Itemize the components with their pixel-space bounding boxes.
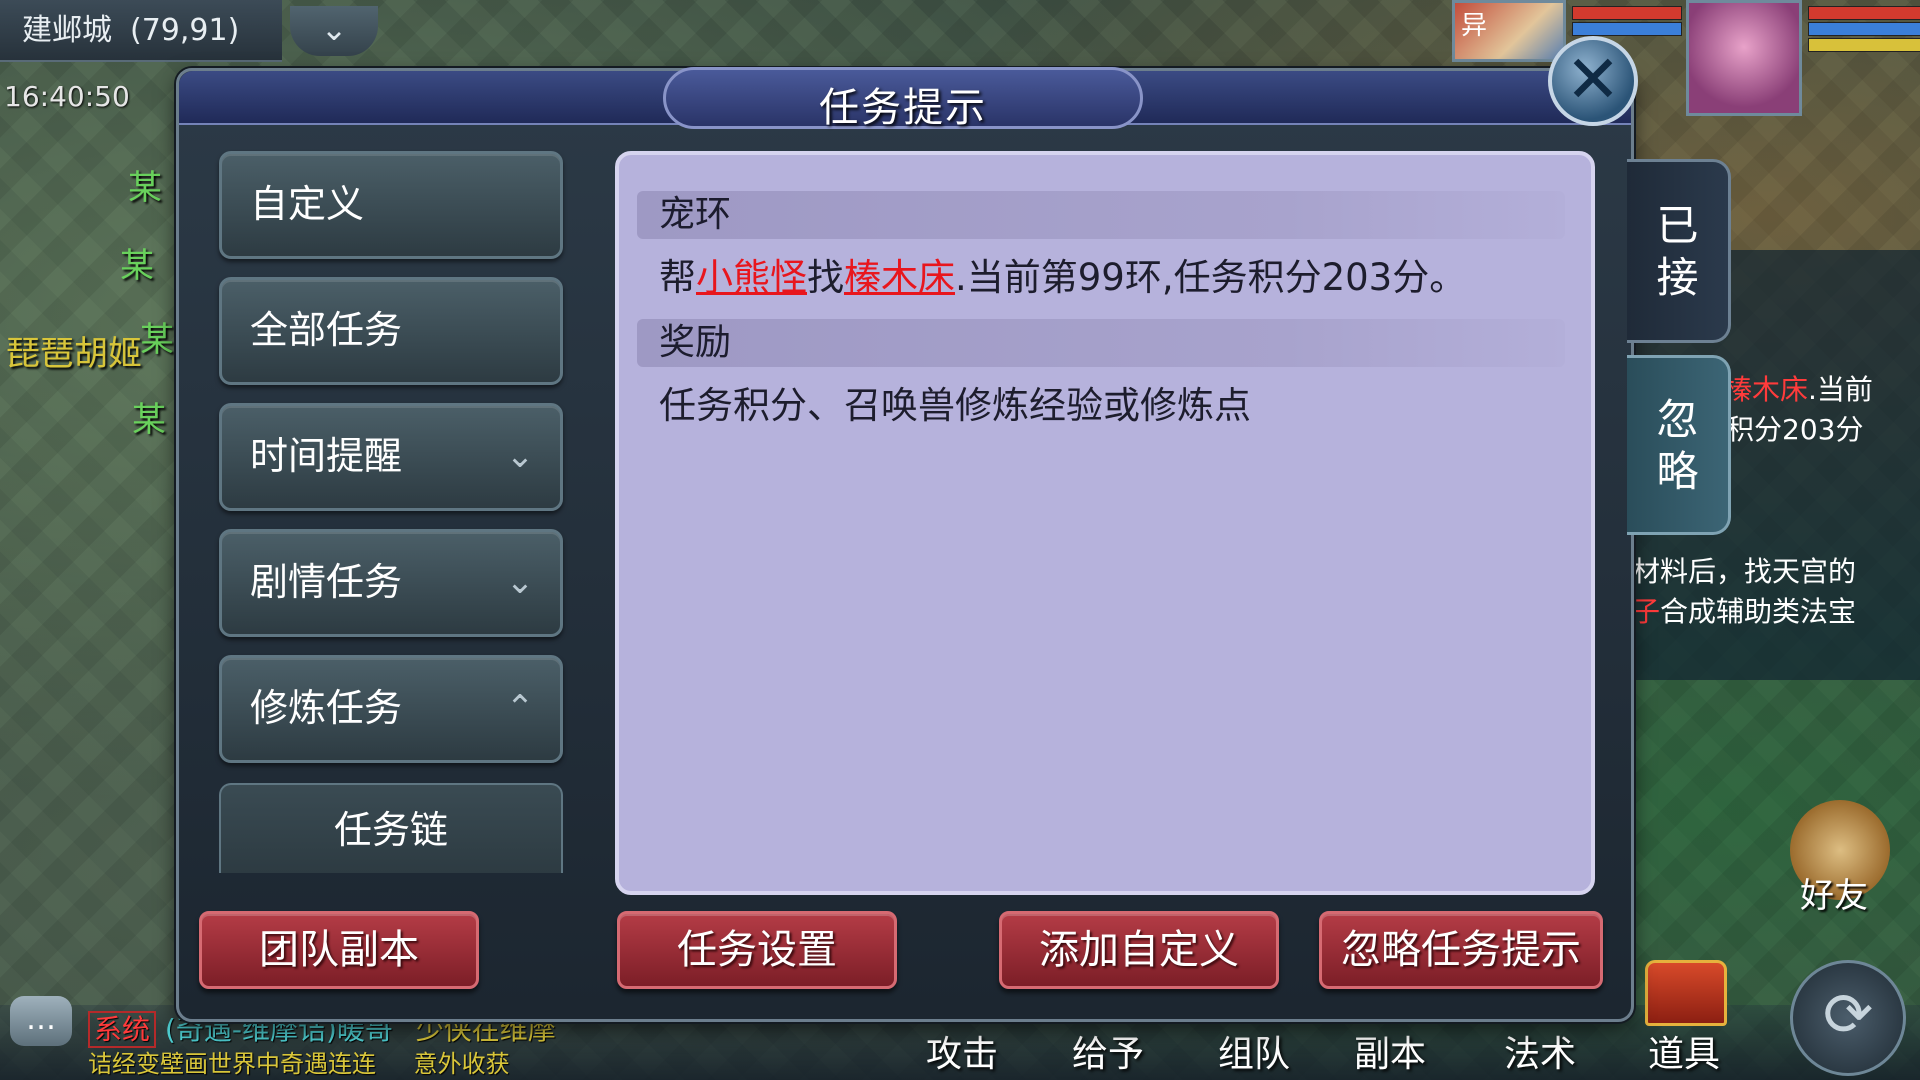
category-time-reminder[interactable]: 时间提醒 ⌄ [219, 403, 563, 511]
pet-hp-bar [1572, 6, 1682, 20]
task-settings-button[interactable]: 任务设置 [617, 911, 897, 989]
tab-label: 忽 [1656, 395, 1699, 444]
ignore-task-hint-button[interactable]: 忽略任务提示 [1319, 911, 1603, 989]
tab-label: 略 [1656, 447, 1699, 496]
chat-message-text: 意外收获 [413, 1050, 510, 1078]
player-avatar[interactable] [1686, 0, 1802, 116]
npc-name-pipa-dancer[interactable]: 琵琶胡姬 [6, 326, 142, 375]
chat-bubble-icon[interactable]: … [10, 996, 72, 1046]
item-link[interactable]: 榛木床 [844, 256, 955, 299]
npc-name[interactable]: 某 [132, 392, 166, 441]
task-text: 找 [807, 256, 844, 299]
npc-name[interactable]: 某 [120, 238, 154, 287]
tab-accepted[interactable]: 已 接 [1627, 159, 1731, 343]
map-location-bar[interactable]: 建邺城 (79,91) [0, 0, 282, 62]
tracker-text: 合成辅助类法宝 [1660, 595, 1857, 628]
add-custom-button[interactable]: 添加自定义 [999, 911, 1279, 989]
chevron-up-icon: ⌃ [505, 688, 535, 728]
quest-hint-dialog: 任务提示 自定义 全部任务 时间提醒 ⌄ 剧情任务 ⌄ 修炼任务 ⌃ 任务链 宠… [176, 67, 1731, 1022]
action-spell-button[interactable]: 法术 [1504, 1025, 1576, 1077]
tracker-text: 材料后，找天宫的 [1632, 555, 1857, 588]
pet-mp-bar [1572, 22, 1682, 36]
treasure-chest-icon[interactable] [1645, 960, 1727, 1026]
tab-label: 接 [1656, 253, 1699, 302]
chevron-down-icon: ⌄ [505, 436, 535, 476]
npc-name[interactable]: 某 [128, 160, 162, 209]
map-coordinates: (79,91) [130, 13, 240, 48]
pet-portrait[interactable]: 异 [1452, 0, 1566, 62]
category-custom[interactable]: 自定义 [219, 151, 563, 259]
chevron-down-icon: ⌄ [505, 562, 535, 602]
category-label: 时间提醒 [250, 434, 403, 478]
npc-name[interactable]: 某 [140, 312, 174, 361]
action-dungeon-button[interactable]: 副本 [1354, 1025, 1426, 1077]
task-title: 宠环 [637, 191, 1565, 239]
tracker-item-link[interactable]: 榛木床 [1724, 373, 1808, 406]
portrait-tag: 异 [1461, 11, 1488, 41]
category-label: 全部任务 [250, 308, 403, 352]
task-text: 帮 [659, 256, 696, 299]
tracker-text: .当前 [1808, 373, 1873, 406]
refresh-icon[interactable]: ⟳ [1790, 960, 1906, 1076]
category-label: 修炼任务 [250, 686, 403, 730]
tab-ignored[interactable]: 忽 略 [1627, 355, 1731, 535]
category-story-tasks[interactable]: 剧情任务 ⌄ [219, 529, 563, 637]
chat-message-text: 诘经变壁画世界中奇遇连连 [88, 1050, 376, 1078]
category-label: 自定义 [250, 182, 365, 226]
task-description: 帮小熊怪找榛木床.当前第99环,任务积分203分。 [659, 247, 1466, 301]
map-toggle-button[interactable]: ⌄ [290, 6, 378, 56]
subcategory-task-chain[interactable]: 任务链 [219, 783, 563, 873]
player-mp-bar [1808, 22, 1920, 36]
team-dungeon-button[interactable]: 团队副本 [199, 911, 479, 989]
action-team-button[interactable]: 组队 [1218, 1025, 1290, 1077]
reward-title: 奖励 [637, 319, 1565, 367]
action-items-button[interactable]: 道具 [1648, 1025, 1720, 1077]
player-hp-bar [1808, 6, 1920, 20]
npc-link[interactable]: 小熊怪 [696, 256, 807, 299]
dialog-title: 任务提示 [819, 85, 987, 131]
map-name: 建邺城 [22, 13, 112, 48]
category-label: 剧情任务 [250, 560, 403, 604]
friends-label[interactable]: 好友 [1800, 868, 1868, 917]
close-icon[interactable]: ✕ [1548, 36, 1638, 126]
task-detail-panel: 宠环 帮小熊怪找榛木床.当前第99环,任务积分203分。 奖励 任务积分、召唤兽… [615, 151, 1595, 895]
game-clock: 16:40:50 [4, 80, 130, 113]
category-all-tasks[interactable]: 全部任务 [219, 277, 563, 385]
tracker-item-link[interactable]: 子 [1632, 595, 1660, 628]
player-sp-bar [1808, 38, 1920, 52]
tracker-text: 积分203分 [1726, 413, 1864, 446]
action-attack-button[interactable]: 攻击 [926, 1025, 998, 1077]
tab-label: 已 [1656, 201, 1699, 250]
action-give-button[interactable]: 给予 [1072, 1025, 1144, 1077]
task-text: .当前第99环,任务积分203分。 [955, 256, 1467, 299]
reward-description: 任务积分、召唤兽修炼经验或修炼点 [659, 384, 1251, 427]
chat-channel-badge[interactable]: 系统 [88, 1011, 157, 1048]
category-training-tasks[interactable]: 修炼任务 ⌃ [219, 655, 563, 763]
chevron-down-icon: ⌄ [320, 10, 348, 48]
